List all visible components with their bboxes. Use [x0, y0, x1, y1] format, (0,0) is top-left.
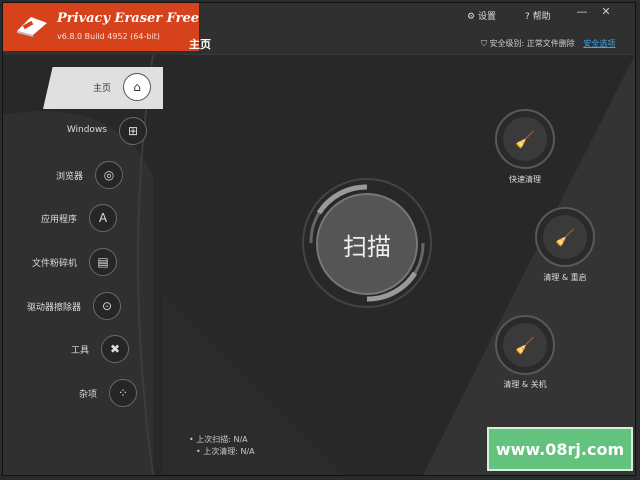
page-title: 主页: [189, 38, 211, 51]
shredder-icon: ▤: [89, 248, 117, 276]
app-logo: Privacy Eraser Free v6.8.0 Build 4952 (6…: [3, 3, 199, 51]
quick-clean-icon: 🧹: [503, 117, 547, 161]
clean-restart-label: 清理 & 重启: [543, 273, 587, 282]
question-icon: ?: [525, 12, 530, 22]
security-level: ⛉ 安全级别: 正常文件删除 安全选项: [481, 38, 615, 49]
last-clean-text: 上次清理: N/A: [203, 447, 255, 456]
sidebar-item-misc[interactable]: 杂项 ⁘: [23, 377, 149, 411]
title-bar: Privacy Eraser Free v6.8.0 Build 4952 (6…: [3, 3, 635, 55]
sidebar-item-label: Windows: [66, 125, 107, 135]
app-window: Privacy Eraser Free v6.8.0 Build 4952 (6…: [2, 2, 636, 476]
sidebar-item-label: 杂项: [78, 390, 97, 400]
quick-clean-button[interactable]: 🧹: [495, 109, 555, 169]
app-version: v6.8.0 Build 4952 (64-bit): [57, 32, 160, 41]
clean-shutdown-label: 清理 & 关机: [503, 380, 547, 389]
sidebar-item-label: 文件粉碎机: [31, 259, 77, 269]
sidebar-item-label: 主页: [92, 84, 111, 94]
watermark: www.08rj.com: [487, 427, 633, 471]
sidebar-item-label: 浏览器: [55, 172, 83, 182]
tools-icon: ✖: [101, 335, 129, 363]
last-scan-text: 上次扫描: N/A: [196, 435, 248, 444]
shield-icon: ⛉: [481, 39, 487, 48]
security-options-link[interactable]: 安全选项: [583, 39, 615, 48]
clean-shutdown-icon: 🧹: [503, 323, 547, 367]
misc-icon: ⁘: [109, 379, 137, 407]
minimize-button[interactable]: —: [575, 5, 589, 18]
scan-button[interactable]: 扫描: [316, 193, 418, 295]
sidebar-item-applications[interactable]: 应用程序 A: [23, 202, 129, 236]
last-clean-status: • 上次清理: N/A: [196, 447, 255, 456]
sidebar-item-windows[interactable]: Windows ⊞: [23, 115, 159, 149]
sidebar-item-label: 应用程序: [40, 215, 77, 225]
sidebar-item-home[interactable]: 主页 ⌂: [43, 67, 163, 109]
apps-icon: A: [89, 204, 117, 232]
close-button[interactable]: ✕: [599, 5, 613, 18]
quick-clean-label: 快速清理: [509, 175, 541, 184]
clean-restart-icon: 🧹: [543, 215, 587, 259]
clean-shutdown-button[interactable]: 🧹: [495, 315, 555, 375]
clean-restart-button[interactable]: 🧹: [535, 207, 595, 267]
help-label: 帮助: [532, 12, 551, 22]
drive-wiper-icon: ⊙: [93, 292, 121, 320]
sidebar-item-label: 驱动器擦除器: [26, 303, 81, 313]
eraser-logo-icon: [17, 17, 47, 37]
security-level-text: 安全级别: 正常文件删除: [489, 39, 575, 48]
home-icon: ⌂: [123, 73, 151, 101]
last-scan-status: • 上次扫描: N/A: [189, 435, 248, 444]
gear-icon: ⚙: [467, 12, 476, 22]
header-divider: [183, 54, 635, 55]
sidebar-item-browser[interactable]: 浏览器 ◎: [23, 159, 135, 193]
globe-icon: ◎: [95, 161, 123, 189]
sidebar-item-file-shredder[interactable]: 文件粉碎机 ▤: [23, 246, 129, 280]
sidebar-item-tools[interactable]: 工具 ✖: [23, 333, 141, 367]
app-title: Privacy Eraser Free: [57, 11, 200, 26]
settings-label: 设置: [477, 12, 496, 22]
sidebar-item-drive-wiper[interactable]: 驱动器擦除器 ⊙: [23, 290, 133, 324]
sidebar-item-label: 工具: [70, 346, 89, 356]
help-link[interactable]: ? 帮助: [525, 9, 551, 22]
windows-icon: ⊞: [119, 117, 147, 145]
settings-link[interactable]: ⚙ 设置: [467, 9, 496, 22]
